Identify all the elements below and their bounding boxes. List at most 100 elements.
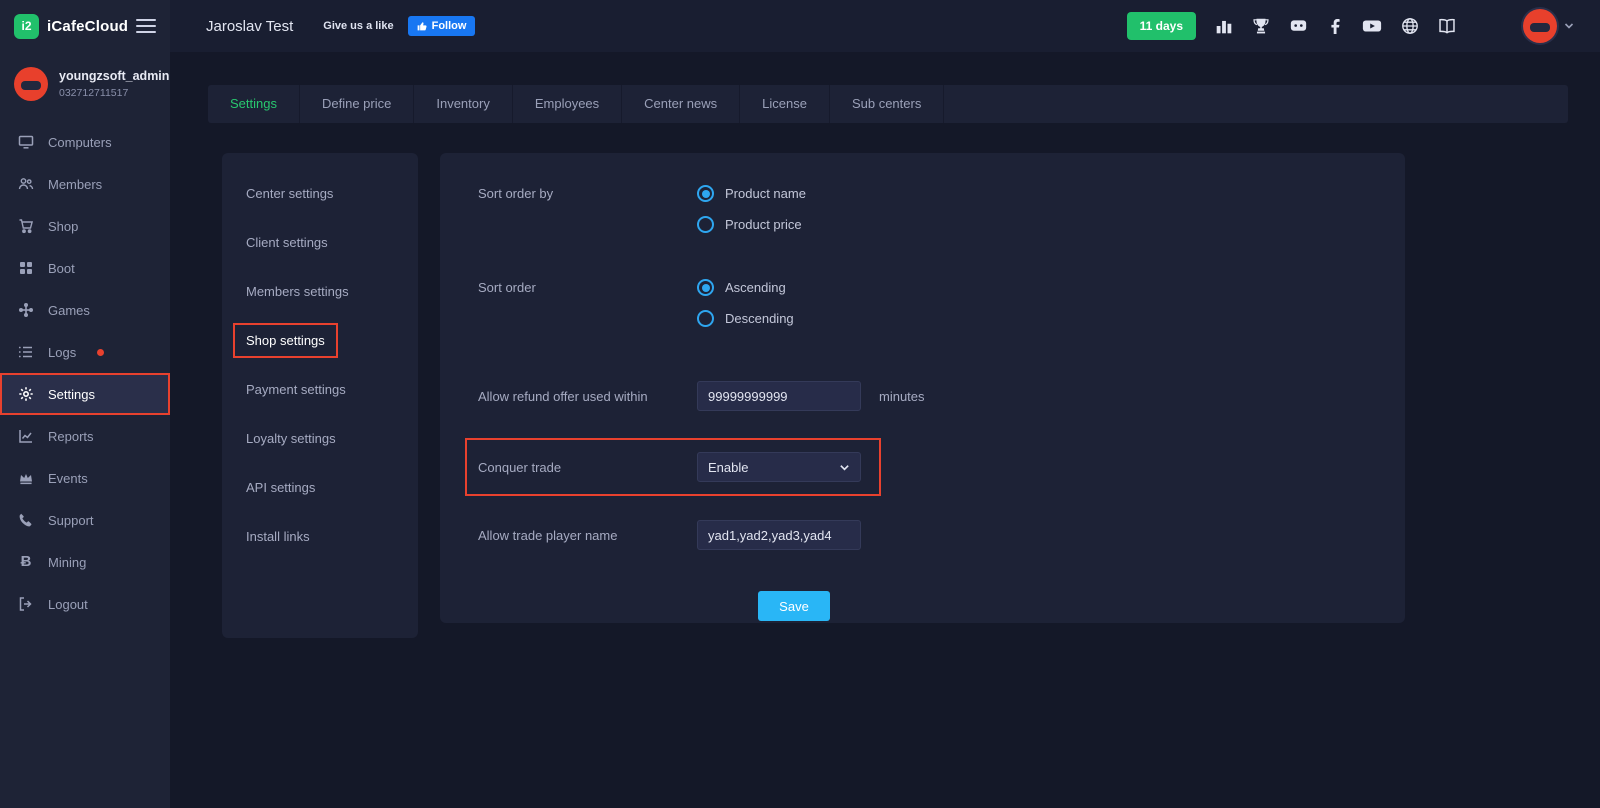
menu-icon[interactable]	[136, 19, 156, 33]
refund-window-label: Allow refund offer used within	[478, 388, 697, 404]
settings-nav-payment-settings[interactable]: Payment settings	[222, 365, 418, 414]
radio-product-name[interactable]: Product name	[697, 185, 806, 202]
sidebar-item-games[interactable]: Games	[0, 289, 170, 331]
sort-order-by-label: Sort order by	[478, 185, 697, 201]
chevron-down-icon	[1564, 21, 1574, 31]
sidebar-item-label: Logs	[48, 345, 76, 360]
settings-nav-shop-settings[interactable]: Shop settings	[222, 316, 418, 365]
sidebar-item-label: Mining	[48, 555, 86, 570]
settings-nav-label: Install links	[246, 529, 310, 544]
selected-option: Enable	[708, 460, 748, 475]
radio-unselected-icon[interactable]	[697, 216, 714, 233]
sidebar-item-label: Events	[48, 471, 88, 486]
settings-nav-center-settings[interactable]: Center settings	[222, 169, 418, 218]
youtube-icon[interactable]	[1362, 17, 1382, 35]
sidebar-item-logs[interactable]: Logs	[0, 331, 170, 373]
account-menu[interactable]	[1523, 9, 1574, 43]
settings-nav-label: Loyalty settings	[246, 431, 336, 446]
facebook-icon[interactable]	[1327, 18, 1343, 34]
tab-bar: Settings Define price Inventory Employee…	[208, 85, 1568, 123]
sidebar-item-logout[interactable]: Logout	[0, 583, 170, 625]
page-title: Jaroslav Test	[206, 18, 293, 35]
radio-unselected-icon[interactable]	[697, 310, 714, 327]
shop-settings-form: Sort order by Product name Product price…	[440, 153, 1405, 623]
computers-icon	[18, 134, 34, 150]
conquer-trade-select[interactable]: Enable	[697, 452, 861, 482]
tab-center-news[interactable]: Center news	[622, 85, 740, 123]
stats-icon[interactable]	[1215, 17, 1233, 35]
sidebar-item-label: Support	[48, 513, 94, 528]
sort-order-row: Sort order Ascending Descending	[478, 279, 1405, 341]
sidebar-item-computers[interactable]: Computers	[0, 121, 170, 163]
discord-icon[interactable]	[1289, 17, 1308, 35]
sidebar-item-settings[interactable]: Settings	[0, 373, 170, 415]
logs-alert-dot	[97, 349, 104, 356]
refund-window-input[interactable]	[697, 381, 861, 411]
settings-nav-api-settings[interactable]: API settings	[222, 463, 418, 512]
sidebar-item-label: Games	[48, 303, 90, 318]
settings-nav-loyalty-settings[interactable]: Loyalty settings	[222, 414, 418, 463]
tab-employees[interactable]: Employees	[513, 85, 622, 123]
sidebar-item-label: Computers	[48, 135, 112, 150]
sort-order-label: Sort order	[478, 279, 697, 295]
sidebar-item-reports[interactable]: Reports	[0, 415, 170, 457]
save-button[interactable]: Save	[758, 591, 830, 621]
boot-grid-icon	[18, 260, 34, 276]
logout-icon	[18, 596, 34, 612]
user-block: youngzsoft_admin 032712711517	[0, 52, 170, 113]
trade-players-row: Allow trade player name	[478, 520, 1405, 550]
radio-label: Ascending	[725, 280, 786, 295]
radio-descending[interactable]: Descending	[697, 310, 794, 327]
tab-define-price[interactable]: Define price	[300, 85, 414, 123]
settings-nav-client-settings[interactable]: Client settings	[222, 218, 418, 267]
radio-product-price[interactable]: Product price	[697, 216, 806, 233]
settings-nav-install-links[interactable]: Install links	[222, 512, 418, 561]
sidebar-item-label: Shop	[48, 219, 78, 234]
tab-settings[interactable]: Settings	[208, 85, 300, 123]
sidebar-item-label: Logout	[48, 597, 88, 612]
sidebar-item-events[interactable]: Events	[0, 457, 170, 499]
sidebar-item-label: Members	[48, 177, 102, 192]
license-days-badge[interactable]: 11 days	[1127, 12, 1196, 40]
topbar: i2 iCafeCloud Jaroslav Test Give us a li…	[0, 0, 1600, 52]
radio-ascending[interactable]: Ascending	[697, 279, 794, 296]
settings-nav-members-settings[interactable]: Members settings	[222, 267, 418, 316]
sidebar-item-boot[interactable]: Boot	[0, 247, 170, 289]
members-icon	[18, 176, 34, 192]
sidebar-item-members[interactable]: Members	[0, 163, 170, 205]
sidebar-item-label: Reports	[48, 429, 94, 444]
like-prompt: Give us a like	[323, 20, 393, 32]
tab-license[interactable]: License	[740, 85, 830, 123]
tab-inventory[interactable]: Inventory	[414, 85, 512, 123]
globe-icon[interactable]	[1401, 17, 1419, 35]
radio-label: Product name	[725, 186, 806, 201]
brand: i2 iCafeCloud	[0, 0, 170, 52]
sidebar-item-shop[interactable]: Shop	[0, 205, 170, 247]
conquer-trade-label: Conquer trade	[478, 459, 697, 475]
trade-players-label: Allow trade player name	[478, 527, 697, 543]
radio-selected-icon[interactable]	[697, 185, 714, 202]
sidebar-item-label: Boot	[48, 261, 75, 276]
trade-players-input[interactable]	[697, 520, 861, 550]
logs-list-icon	[18, 344, 34, 360]
tab-sub-centers[interactable]: Sub centers	[830, 85, 944, 123]
radio-label: Descending	[725, 311, 794, 326]
sidebar-item-support[interactable]: Support	[0, 499, 170, 541]
settings-nav-label: Center settings	[246, 186, 333, 201]
brand-name: iCafeCloud	[47, 18, 128, 35]
radio-label: Product price	[725, 217, 802, 232]
conquer-trade-annotation-box: Conquer trade Enable	[467, 440, 879, 494]
settings-nav-label: Client settings	[246, 235, 328, 250]
settings-nav-label: API settings	[246, 480, 315, 495]
trophy-icon[interactable]	[1252, 17, 1270, 35]
sidebar-nav: Computers Members Shop Boot Games Logs S…	[0, 121, 170, 625]
handbook-icon[interactable]	[1438, 17, 1456, 35]
sidebar: youngzsoft_admin 032712711517 Computers …	[0, 52, 170, 808]
refund-window-suffix: minutes	[879, 389, 925, 404]
support-phone-icon	[18, 512, 34, 528]
radio-selected-icon[interactable]	[697, 279, 714, 296]
settings-nav-panel: Center settings Client settings Members …	[222, 153, 418, 638]
sidebar-item-mining[interactable]: Ƀ Mining	[0, 541, 170, 583]
facebook-follow-button[interactable]: Follow	[408, 16, 476, 36]
settings-nav-label: Payment settings	[246, 382, 346, 397]
